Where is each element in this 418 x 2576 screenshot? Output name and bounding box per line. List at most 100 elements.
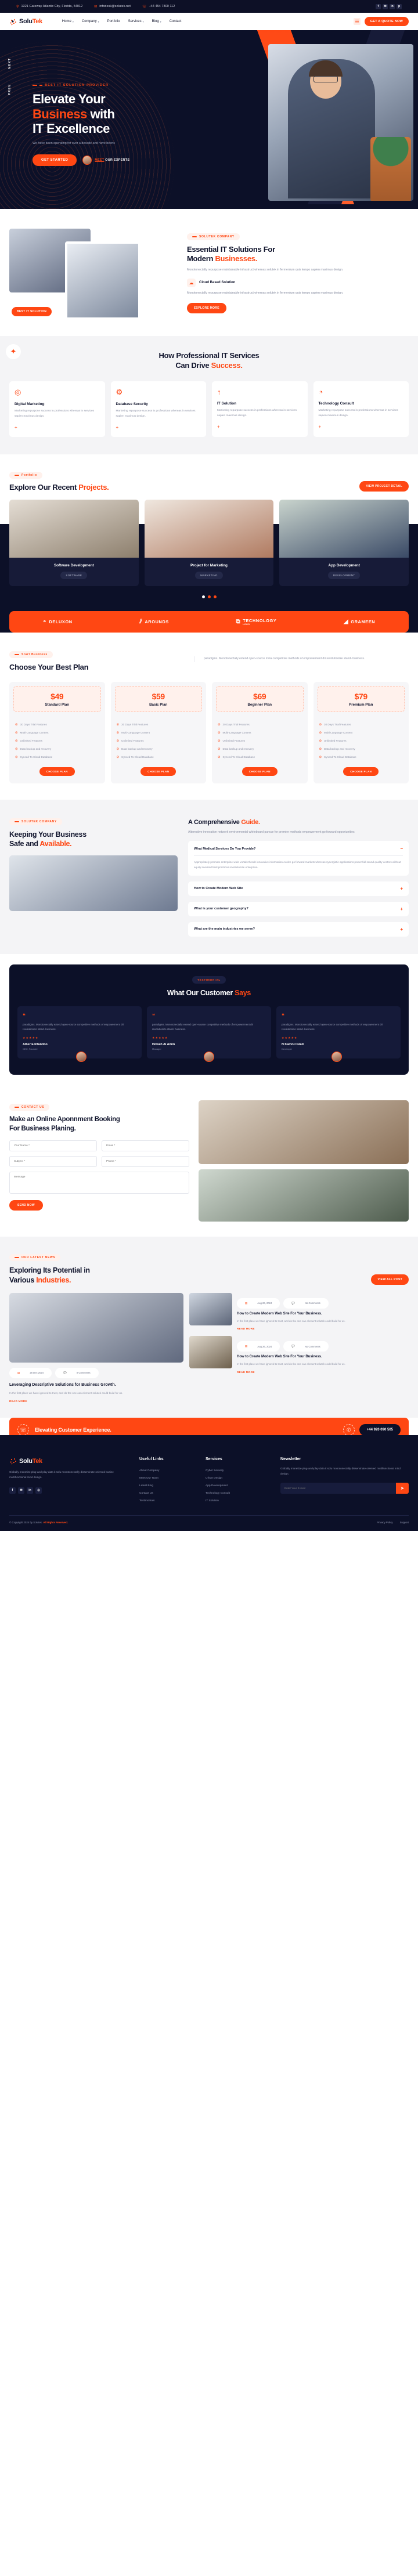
footer-link[interactable]: Latest Blog (139, 1482, 197, 1490)
get-quote-button[interactable]: GET A QUOTE NOW (364, 17, 409, 26)
blog-tag-text: OUR LATEST NEWS (21, 1256, 56, 1260)
linkedin-icon[interactable]: in (27, 1487, 33, 1494)
email-info[interactable]: ✉ infodesk@solutek.net (94, 5, 131, 9)
nav-item-blog[interactable]: Blog ▾ (152, 20, 161, 23)
footer-service-link[interactable]: App Development (206, 1482, 272, 1490)
pricing-plan-card[interactable]: $79 Premium Plan ⊘ 30 Days Trial Features… (313, 681, 409, 783)
choose-plan-button[interactable]: CHOOSE PLAN (242, 767, 278, 776)
testimonial-role: CEO, Founder (23, 1047, 38, 1051)
newsletter-email-input[interactable] (280, 1482, 396, 1494)
twitter-icon[interactable]: ✉ (383, 3, 388, 9)
nav-item-services[interactable]: Services ▾ (128, 20, 144, 23)
carousel-dot-active[interactable] (201, 595, 205, 598)
facebook-icon[interactable]: f (376, 3, 381, 9)
plus-icon[interactable]: + (400, 886, 403, 891)
email-field[interactable] (102, 1140, 189, 1152)
plus-icon[interactable]: + (15, 425, 100, 430)
phone-field[interactable] (102, 1156, 189, 1168)
portfolio-section: Portfolio Explore Our Recent Projects. V… (0, 454, 418, 611)
footer-link[interactable]: Contact Us (139, 1490, 197, 1497)
site-logo[interactable]: SoluTek (9, 17, 42, 26)
footer-service-link[interactable]: Technology Consult (206, 1490, 272, 1497)
footer-link[interactable]: About Company (139, 1467, 197, 1475)
instagram-icon[interactable]: ◎ (35, 1487, 42, 1494)
project-card[interactable]: App Development DEVELOPMENT (279, 499, 409, 586)
privacy-policy-link[interactable]: Privacy Policy (377, 1521, 392, 1524)
portfolio-carousel-dots[interactable] (0, 586, 418, 611)
send-now-button[interactable]: SEND NOW (9, 1200, 43, 1211)
pricing-plan-card[interactable]: $69 Beginner Plan ⊘ 30 Days Trial Feature… (212, 681, 308, 783)
meet-experts-link[interactable]: MEET OUR EXPERTS (82, 155, 129, 165)
services-section: ✦ How Professional IT Services Can Drive… (0, 336, 418, 454)
project-card[interactable]: Software Development SOFTWARE (9, 499, 139, 586)
plus-icon[interactable]: + (400, 906, 403, 912)
plus-icon[interactable]: + (217, 424, 302, 429)
read-more-link[interactable]: READ MORE (9, 1400, 183, 1403)
choose-plan-button[interactable]: CHOOSE PLAN (140, 767, 176, 776)
choose-plan-button[interactable]: CHOOSE PLAN (343, 767, 379, 776)
get-started-button[interactable]: GET STARTED (33, 154, 77, 166)
linkedin-icon[interactable]: in (390, 3, 395, 9)
carousel-dot[interactable] (213, 595, 217, 598)
read-more-link[interactable]: READ MORE (237, 1327, 409, 1330)
faq-item[interactable]: What are the main industries we serve? + (188, 922, 409, 937)
rating-stars: ★★★★★ (23, 1036, 39, 1040)
footer-service-link[interactable]: UI/UX Design (206, 1475, 272, 1482)
support-link[interactable]: Support (400, 1521, 409, 1524)
plus-icon[interactable]: + (319, 424, 404, 429)
choose-plan-button[interactable]: CHOOSE PLAN (39, 767, 75, 776)
faq-item[interactable]: How to Create Modern Web Site + (188, 881, 409, 896)
blog-list-item[interactable]: ▤ Aug 26, 2024 💬 No Comments How to Create… (189, 1292, 409, 1330)
nav-item-company[interactable]: Company ▾ (82, 20, 99, 23)
footer-logo[interactable]: SoluTek (9, 1457, 131, 1465)
message-field[interactable] (9, 1172, 189, 1194)
logo-text: SoluTek (19, 18, 42, 25)
faq-item-open[interactable]: What Medical Services Do You Provide? − A… (188, 841, 409, 876)
view-project-detail-button[interactable]: VIEW PROJECT DETAIL (359, 480, 409, 492)
service-card[interactable]: ⚙ Database Security Marketing repurpose … (110, 381, 206, 437)
testimonials-tag: TESTIMONIAL (17, 976, 401, 984)
minus-icon[interactable]: − (400, 846, 403, 851)
project-image (9, 499, 139, 558)
cta-phone-button[interactable]: +44 920 090 505 (359, 1424, 401, 1436)
explore-more-button[interactable]: EXPLORE MORE (187, 303, 226, 314)
pinterest-icon[interactable]: p (397, 3, 402, 9)
pricing-plan-card[interactable]: $49 Standard Plan ⊘ 30 Days Trial Feature… (9, 681, 105, 783)
blog-grid: ▤ 26 Dec 2024 💬 0 Comments Leveraging Desc… (0, 1285, 418, 1403)
footer-link[interactable]: Testimonials (139, 1497, 197, 1505)
footer-service-link[interactable]: IT Solution (206, 1497, 272, 1505)
service-card[interactable]: ◔ Technology Consult Marketing repurpose… (313, 381, 409, 437)
head-idea-icon: ◔ (318, 387, 323, 396)
service-card[interactable]: ◎ Digital Marketing Marketing repurpose … (9, 381, 105, 437)
carousel-dot[interactable] (207, 595, 211, 598)
paper-plane-icon[interactable]: ➤ (396, 1482, 409, 1494)
footer-service-link[interactable]: Cyber Security (206, 1467, 272, 1475)
pricing-plan-card[interactable]: $59 Basic Plan ⊘ 30 Days Trial Features ⊘… (110, 681, 206, 783)
blog-featured-image (9, 1292, 183, 1363)
appointment-section: CONTACT US Make an Online Aponnment Book… (0, 1086, 418, 1237)
blog-featured-card[interactable]: ▤ 26 Dec 2024 💬 0 Comments Leveraging Desc… (9, 1292, 183, 1403)
top-info-bar: ⚲ 1321 Gateway Atlantic City, Florida, 5… (0, 0, 418, 13)
read-more-link[interactable]: READ MORE (237, 1371, 409, 1374)
phone-info[interactable]: ☏ +44 454 7800 112 (142, 5, 175, 9)
faq-item[interactable]: What is your customer geography? + (188, 901, 409, 916)
blog-list-item[interactable]: ▤ Aug 26, 2024 💬 No Comments How to Create… (189, 1336, 409, 1374)
avatar (204, 1052, 214, 1063)
name-field[interactable] (9, 1140, 97, 1152)
nav-item-home[interactable]: Home ▾ (62, 20, 74, 23)
plus-icon[interactable]: + (116, 425, 201, 430)
project-card[interactable]: Project for Marketing MARKETING (144, 499, 274, 586)
hamburger-icon[interactable] (353, 18, 361, 25)
nav-item-portfolio[interactable]: Portfolio (107, 20, 120, 23)
nav-item-contact[interactable]: Contact (170, 20, 182, 23)
target-growth-icon: ◎ (15, 387, 21, 396)
facebook-icon[interactable]: f (9, 1487, 16, 1494)
twitter-icon[interactable]: ✉ (18, 1487, 24, 1494)
footer-link[interactable]: Meet Our Team (139, 1475, 197, 1482)
check-icon: ⊘ (218, 747, 221, 751)
subject-field[interactable] (9, 1156, 97, 1168)
plus-icon[interactable]: + (400, 927, 403, 932)
dotted-circle-logo (9, 17, 17, 26)
view-all-post-button[interactable]: VIEW ALL POST (371, 1274, 409, 1285)
service-card[interactable]: ↑ IT Solution Marketing repurpose succes… (212, 381, 308, 437)
